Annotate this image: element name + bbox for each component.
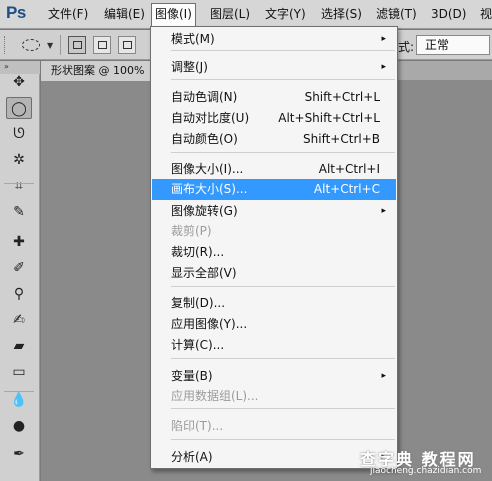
menu-separator <box>171 79 395 80</box>
add-selection-icon <box>98 41 107 49</box>
divider <box>60 35 61 55</box>
toolbar-divider <box>4 183 34 184</box>
menu-item-label: 画布大小(S)... <box>171 182 248 196</box>
menu-select[interactable]: 选择(S) <box>319 4 364 25</box>
elliptical-marquee-icon[interactable]: ◯ <box>6 97 32 119</box>
subtract-selection-icon <box>123 41 132 49</box>
style-label: 式: <box>398 40 415 54</box>
menu-item-auto-tone[interactable]: 自动色调(N) Shift+Ctrl+L <box>152 87 396 108</box>
brush-icon[interactable]: ✐ <box>6 257 32 279</box>
menu-separator <box>171 152 395 153</box>
blur-icon[interactable]: 💧 <box>6 389 32 411</box>
tool-preset-icon[interactable] <box>22 39 40 51</box>
menu-layer[interactable]: 图层(L) <box>208 4 252 25</box>
menu-item-label: 自动对比度(U) <box>171 111 250 125</box>
menu-item-mode[interactable]: 模式(M) ▸ <box>152 29 396 50</box>
menu-item-label: 分析(A) <box>171 450 213 464</box>
menu-item-calculations[interactable]: 计算(C)... <box>152 335 396 356</box>
menu-item-shortcut: Shift+Ctrl+B <box>303 132 380 146</box>
chevron-down-icon[interactable]: ▼ <box>47 41 53 50</box>
submenu-arrow-icon: ▸ <box>381 34 386 44</box>
menu-item-label: 应用图像(Y)... <box>171 317 248 331</box>
pen-icon[interactable]: ✒ <box>6 443 32 465</box>
menu-file[interactable]: 文件(F) <box>46 4 90 25</box>
menu-separator <box>171 358 395 359</box>
menu-item-apply-data-set[interactable]: 应用数据组(L)... <box>152 386 396 407</box>
tools-panel: » ✥ ◯ ᘎ ✲ ⌗ ✎ ✚ ✐ ⚲ ✍ ▰ ▭ 💧 ● ✒ <box>0 61 40 481</box>
magic-wand-icon[interactable]: ✲ <box>6 149 32 171</box>
history-brush-icon[interactable]: ✍ <box>6 309 32 331</box>
menu-bar: Ps 文件(F) 编辑(E) 图像(I) 图层(L) 文字(Y) 选择(S) 滤… <box>0 0 492 29</box>
options-grip[interactable] <box>4 36 7 54</box>
submenu-arrow-icon: ▸ <box>381 371 386 381</box>
menu-item-label: 模式(M) <box>171 32 215 46</box>
menu-item-image-rotation[interactable]: 图像旋转(G) ▸ <box>152 201 396 222</box>
menu-item-label: 调整(J) <box>171 60 208 74</box>
menu-item-adjustments[interactable]: 调整(J) ▸ <box>152 57 396 78</box>
subtract-selection-button[interactable] <box>118 36 136 54</box>
menu-item-shortcut: Alt+Ctrl+I <box>318 162 380 176</box>
eyedropper-icon[interactable]: ✎ <box>6 201 32 223</box>
menu-item-label: 陷印(T)... <box>171 419 224 433</box>
watermark: 查字典 教程网 jiaocheng.chazidian.com <box>360 446 490 480</box>
menu-item-shortcut: Shift+Ctrl+L <box>304 90 380 104</box>
menu-item-trim[interactable]: 裁切(R)... <box>152 242 396 263</box>
submenu-arrow-icon: ▸ <box>381 62 386 72</box>
menu-item-variables[interactable]: 变量(B) ▸ <box>152 366 396 387</box>
menu-item-image-size[interactable]: 图像大小(I)... Alt+Ctrl+I <box>152 159 396 180</box>
menu-item-duplicate[interactable]: 复制(D)... <box>152 293 396 314</box>
crop-icon[interactable]: ⌗ <box>6 175 32 197</box>
menu-item-apply-image[interactable]: 应用图像(Y)... <box>152 314 396 335</box>
menu-item-label: 应用数据组(L)... <box>171 389 259 403</box>
menu-item-label: 图像大小(I)... <box>171 162 244 176</box>
menu-item-label: 自动色调(N) <box>171 90 238 104</box>
document-tab[interactable]: 形状图案 @ 100% <box>41 61 153 81</box>
menu-type[interactable]: 文字(Y) <box>263 4 308 25</box>
menu-item-crop[interactable]: 裁剪(P) <box>152 221 396 242</box>
menu-item-label: 变量(B) <box>171 369 213 383</box>
menu-separator <box>171 408 395 409</box>
menu-item-auto-color[interactable]: 自动颜色(O) Shift+Ctrl+B <box>152 129 396 150</box>
image-menu-dropdown: 模式(M) ▸ 调整(J) ▸ 自动色调(N) Shift+Ctrl+L 自动对比度(U) A… <box>150 26 398 469</box>
menu-item-shortcut: Alt+Shift+Ctrl+L <box>278 111 380 125</box>
watermark-url: jiaocheng.chazidian.com <box>370 466 482 476</box>
submenu-arrow-icon: ▸ <box>381 206 386 216</box>
menu-view[interactable]: 视 <box>478 4 492 25</box>
menu-separator <box>171 50 395 51</box>
menu-item-label: 计算(C)... <box>171 338 225 352</box>
dodge-icon[interactable]: ● <box>6 415 32 437</box>
healing-brush-icon[interactable]: ✚ <box>6 231 32 253</box>
new-selection-button[interactable] <box>68 36 86 54</box>
menu-separator <box>171 439 395 440</box>
menu-item-reveal-all[interactable]: 显示全部(V) <box>152 263 396 284</box>
add-selection-button[interactable] <box>93 36 111 54</box>
menu-item-label: 显示全部(V) <box>171 266 237 280</box>
menu-image[interactable]: 图像(I) <box>151 3 196 27</box>
menu-item-auto-contrast[interactable]: 自动对比度(U) Alt+Shift+Ctrl+L <box>152 108 396 129</box>
menu-item-label: 图像旋转(G) <box>171 204 238 218</box>
toolbar-divider <box>4 391 34 392</box>
new-selection-icon <box>73 41 82 49</box>
lasso-icon[interactable]: ᘎ <box>6 123 32 145</box>
photoshop-logo: Ps <box>6 3 26 22</box>
menu-separator <box>171 286 395 287</box>
menu-item-shortcut: Alt+Ctrl+C <box>313 182 380 196</box>
move-tool-icon[interactable]: ✥ <box>6 71 32 93</box>
menu-item-label: 自动颜色(O) <box>171 132 238 146</box>
style-select[interactable]: 正常 <box>416 35 490 55</box>
menu-item-label: 裁切(R)... <box>171 245 225 259</box>
menu-item-canvas-size[interactable]: 画布大小(S)... Alt+Ctrl+C <box>152 179 396 200</box>
eraser-icon[interactable]: ▰ <box>6 335 32 357</box>
menu-item-label: 裁剪(P) <box>171 224 212 238</box>
clone-stamp-icon[interactable]: ⚲ <box>6 283 32 305</box>
menu-3d[interactable]: 3D(D) <box>429 4 468 25</box>
menu-filter[interactable]: 滤镜(T) <box>374 4 419 25</box>
menu-item-trap[interactable]: 陷印(T)... <box>152 416 396 437</box>
menu-item-label: 复制(D)... <box>171 296 226 310</box>
gradient-icon[interactable]: ▭ <box>6 361 32 383</box>
menu-edit[interactable]: 编辑(E) <box>102 4 147 25</box>
